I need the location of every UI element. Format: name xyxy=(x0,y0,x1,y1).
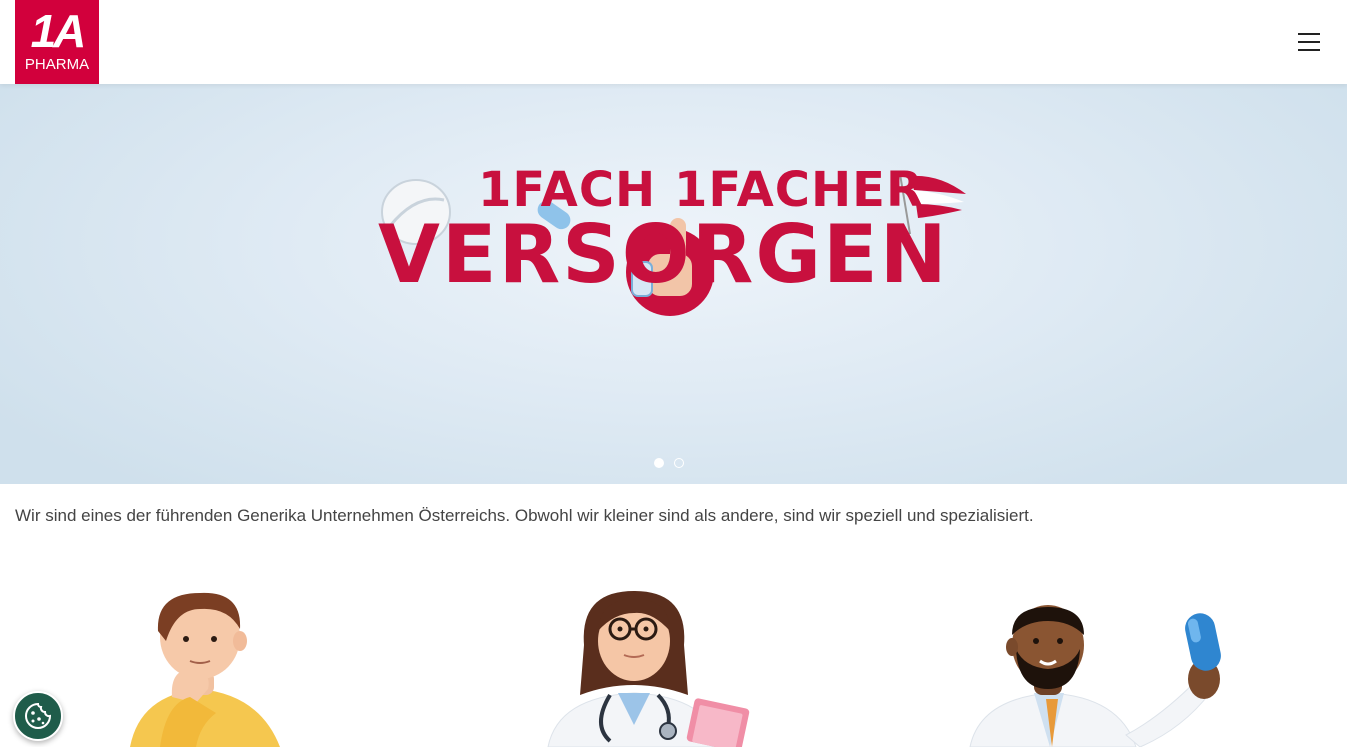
cookie-icon xyxy=(25,702,52,729)
hero-banner-art: 1FACH 1FACHER VERSORGEN xyxy=(370,154,980,324)
female-doctor-illustration xyxy=(540,585,770,747)
hero-slider[interactable]: 1FACH 1FACHER VERSORGEN xyxy=(0,84,1347,484)
menu-bar xyxy=(1298,49,1320,51)
thinking-man-illustration xyxy=(120,585,300,747)
logo-wordmark: PHARMA xyxy=(24,56,90,73)
menu-bar xyxy=(1298,41,1320,43)
hero-headline-bottom: VERSORGEN xyxy=(378,208,949,301)
hamburger-menu-icon[interactable] xyxy=(1296,30,1324,52)
slider-dot-1[interactable] xyxy=(654,458,664,468)
slider-dot-2[interactable] xyxy=(674,458,684,468)
pharmacist-with-pill-illustration xyxy=(960,585,1260,747)
brand-logo[interactable]: 1A PHARMA xyxy=(15,0,99,84)
logo-mark: 1A xyxy=(30,5,87,57)
slider-pagination xyxy=(654,455,694,468)
menu-bar xyxy=(1298,33,1320,35)
intro-text: Wir sind eines der führenden Generika Un… xyxy=(15,506,1034,525)
site-header: 1A PHARMA xyxy=(0,0,1347,84)
cookie-settings-button[interactable] xyxy=(13,691,63,741)
